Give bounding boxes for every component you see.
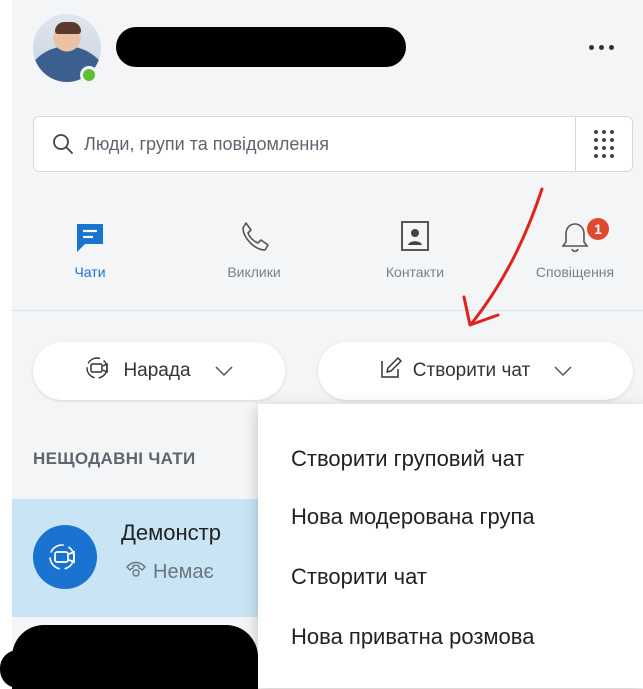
tab-calls-label: Виклики <box>227 264 281 280</box>
call-icon <box>125 559 147 585</box>
phone-icon <box>194 218 314 256</box>
tab-notifications[interactable]: 1 Сповіщення <box>515 216 635 290</box>
meeting-button[interactable]: Нарада <box>33 342 285 400</box>
window-edge <box>0 0 12 688</box>
redacted-chat-item <box>0 650 60 688</box>
meeting-avatar-icon <box>33 525 97 589</box>
contacts-icon <box>355 218 475 256</box>
tab-chats-label: Чати <box>74 264 106 280</box>
new-chat-label: Створити чат <box>412 360 531 381</box>
chat-subtitle-text: Немає <box>153 560 214 583</box>
more-dot-icon <box>588 44 594 50</box>
chat-subtitle: Немає <box>125 559 214 585</box>
chat-icon <box>30 218 150 256</box>
chat-name: Демонстр <box>121 520 221 545</box>
menu-item-new-group-chat[interactable]: Створити груповий чат <box>291 446 524 472</box>
tab-calls[interactable]: Виклики <box>194 218 314 290</box>
menu-item-new-chat[interactable]: Створити чат <box>291 564 427 590</box>
meeting-label: Нарада <box>123 360 191 381</box>
more-dot-icon <box>608 44 614 50</box>
search-input[interactable] <box>82 132 546 156</box>
video-camera-icon <box>85 356 113 386</box>
tab-contacts[interactable]: Контакти <box>355 218 475 290</box>
new-chat-button[interactable]: Створити чат <box>318 342 633 400</box>
dialpad-button[interactable] <box>575 117 632 171</box>
compose-icon <box>379 356 403 386</box>
chevron-down-icon <box>215 360 233 382</box>
chevron-down-icon <box>554 360 572 382</box>
more-options-button[interactable] <box>576 30 626 64</box>
more-dot-icon <box>598 44 604 50</box>
menu-item-new-private-conversation[interactable]: Нова приватна розмова <box>291 624 534 650</box>
search-icon <box>52 133 74 155</box>
notification-count-badge: 1 <box>585 216 611 242</box>
divider <box>12 310 643 311</box>
tab-notifications-label: Сповіщення <box>535 264 615 280</box>
recent-chats-heading: НЕЩОДАВНІ ЧАТИ <box>33 449 196 468</box>
tab-chats[interactable]: Чати <box>30 218 150 290</box>
tab-contacts-label: Контакти <box>385 264 445 280</box>
new-chat-menu: Створити груповий чат Нова модерована гр… <box>258 404 643 688</box>
menu-item-new-moderated-group[interactable]: Нова модерована група <box>291 504 535 530</box>
bell-icon <box>515 218 635 256</box>
redacted-profile-name <box>116 27 406 67</box>
presence-online-indicator <box>80 66 98 84</box>
search-box[interactable] <box>33 116 633 172</box>
sidebar-panel: Чати Виклики Контакти 1 Сповіщення Нарад… <box>0 0 643 689</box>
